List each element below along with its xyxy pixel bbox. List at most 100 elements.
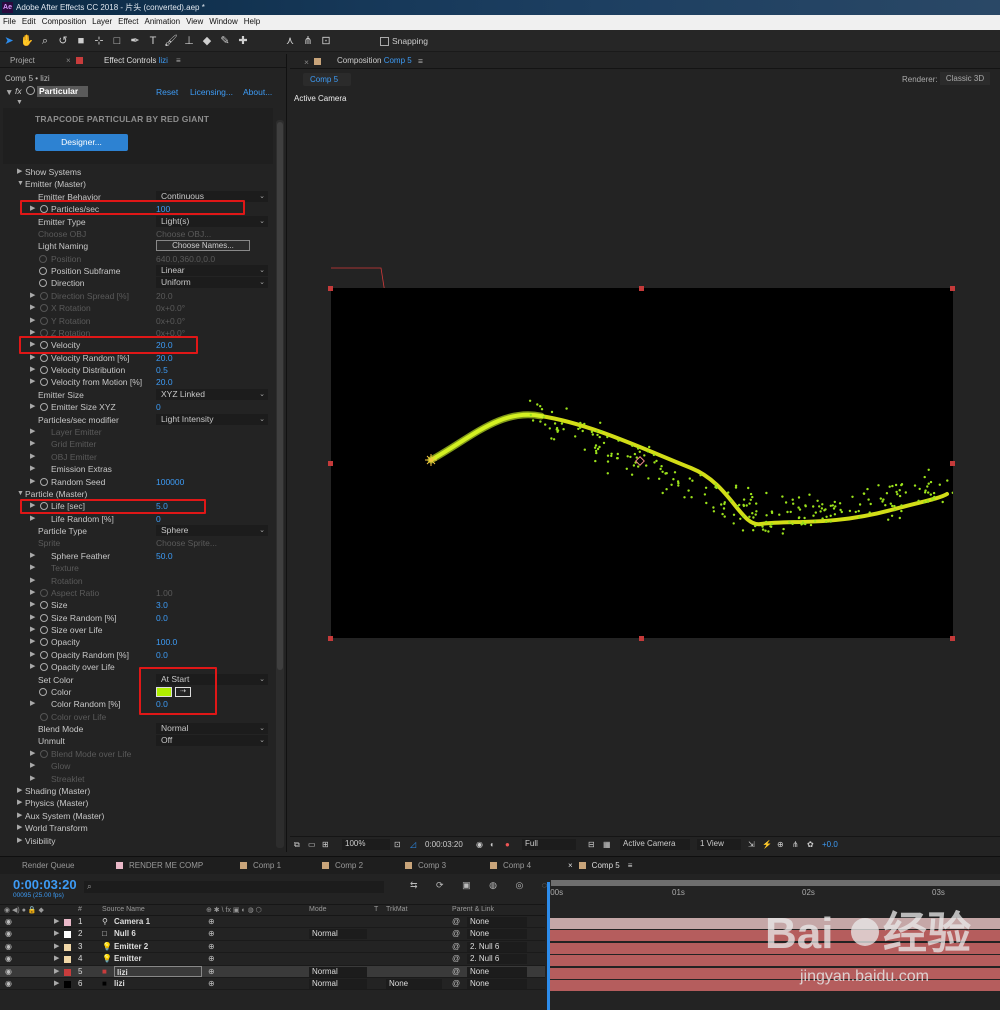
panel-menu-icon[interactable]: ≡	[176, 56, 181, 65]
prop-layer-emitter[interactable]: ▶ Layer Emitter	[0, 426, 275, 438]
designer-button[interactable]: Designer...	[35, 134, 128, 151]
prop-value[interactable]: 20.0	[156, 290, 173, 302]
stopwatch-icon[interactable]	[40, 601, 48, 610]
eraser-icon[interactable]: ◆	[199, 33, 215, 49]
camera-view-select[interactable]: Active Camera	[620, 839, 690, 850]
prop-value[interactable]: 0	[156, 401, 161, 413]
expand-triangle-icon[interactable]: ▶	[17, 166, 22, 178]
prop-value[interactable]: Choose OBJ...	[156, 228, 211, 240]
tab-composition[interactable]: Composition Comp 5	[337, 56, 412, 65]
prop-blend-mode-over-life[interactable]: ▶ Blend Mode over Life	[0, 748, 275, 760]
toggle-pixel-aspect-icon[interactable]: ⇲	[748, 840, 755, 849]
expand-triangle-icon[interactable]: ▶	[30, 661, 35, 673]
expand-triangle-icon[interactable]: ▶	[54, 928, 59, 940]
layer-row-2[interactable]: ◉ ▶ 2 □ Null 6 ⊕ Normal @ None	[0, 928, 545, 941]
axis-view-icon[interactable]: ⊡	[318, 33, 334, 49]
prop-obj-emitter[interactable]: ▶ OBJ Emitter	[0, 451, 275, 463]
layer-duration-bar[interactable]	[549, 980, 1000, 991]
expand-triangle-icon[interactable]: ▶	[30, 513, 35, 525]
prop-dropdown[interactable]: Linear ⌄	[156, 265, 268, 277]
prop-choose-obj[interactable]: Choose OBJ Choose OBJ...	[0, 228, 275, 240]
stopwatch-icon[interactable]	[40, 316, 48, 325]
camera-icon[interactable]: ■	[73, 33, 89, 49]
parent-select[interactable]: None	[467, 966, 527, 977]
layer-label-color[interactable]	[64, 931, 71, 939]
prop-emission-extras[interactable]: ▶ Emission Extras	[0, 463, 275, 475]
prop-value[interactable]: 3.0	[156, 599, 168, 611]
eye-icon[interactable]: ◉	[5, 928, 12, 940]
prop-size[interactable]: ▶ Size 3.0	[0, 599, 275, 611]
prop-blend-mode[interactable]: Blend Mode Normal ⌄	[0, 723, 275, 735]
expand-triangle-icon[interactable]: ▶	[54, 978, 59, 990]
prop-x-rotation[interactable]: ▶ X Rotation 0x+0.0°	[0, 302, 275, 314]
layer-name[interactable]: lizi	[114, 978, 125, 990]
layer-row-5[interactable]: ◉ ▶ 5 ■ lizi ⊕ Normal @ None	[0, 965, 545, 978]
reset-exposure-icon[interactable]: ✿	[807, 840, 814, 849]
prop-opacity-random[interactable]: ▶ Opacity Random [%] 0.0	[0, 649, 275, 661]
current-time-display[interactable]: 0:00:03:20	[425, 840, 463, 849]
zoom-select[interactable]: 100%	[342, 839, 390, 850]
prop-dropdown[interactable]: Light Intensity ⌄	[156, 413, 268, 425]
expand-triangle-icon[interactable]: ▶	[17, 785, 22, 797]
expand-triangle-icon[interactable]: ▶	[30, 401, 35, 413]
prop-opacity-over-life[interactable]: ▶ Opacity over Life	[0, 661, 275, 673]
layer-row-1[interactable]: ◉ ▶ 1 ⚲ Camera 1 ⊕ @ None	[0, 916, 545, 929]
hand-icon[interactable]: ✋	[19, 33, 35, 49]
handle-top-mid[interactable]	[639, 286, 644, 291]
layer-label-color[interactable]	[64, 919, 71, 926]
about-link[interactable]: About...	[243, 87, 272, 97]
layer-name[interactable]: lizi	[114, 965, 202, 977]
prop-emitter-type[interactable]: Emitter Type Light(s) ⌄	[0, 215, 275, 228]
effect-controls-scroll-thumb[interactable]	[277, 122, 283, 670]
menu-animation[interactable]: Animation	[141, 15, 183, 28]
puppet-pin-icon[interactable]: ✚	[235, 33, 251, 49]
layer-label-color[interactable]	[64, 981, 71, 988]
expand-triangle-icon[interactable]: ▶	[54, 941, 59, 953]
comp-canvas[interactable]	[331, 288, 954, 638]
close-icon[interactable]: ×	[66, 56, 71, 65]
eye-icon[interactable]: ◉	[5, 953, 12, 965]
menu-edit[interactable]: Edit	[19, 15, 39, 28]
snapping-toggle[interactable]: Snapping	[380, 36, 428, 47]
expand-triangle-icon[interactable]: ▶	[30, 698, 35, 710]
prop-shading-master[interactable]: ▶ Shading (Master)	[0, 785, 275, 797]
parent-select[interactable]: 2. Null 6	[467, 954, 527, 965]
stopwatch-icon[interactable]	[40, 403, 48, 412]
stopwatch-icon[interactable]	[40, 588, 48, 597]
expand-triangle-icon[interactable]: ▶	[30, 562, 35, 574]
prop-value[interactable]: 0.0	[156, 649, 168, 661]
expand-triangle-icon[interactable]: ▶	[54, 966, 59, 978]
rotate-icon[interactable]: ↺	[55, 33, 71, 49]
exposure-value[interactable]: +0.0	[822, 840, 838, 849]
panel-menu-icon[interactable]: ≡	[418, 56, 423, 66]
layer-name[interactable]: Null 6	[114, 928, 136, 940]
prop-emitter-master[interactable]: ▼ Emitter (Master)	[0, 178, 275, 190]
expand-triangle-icon[interactable]: ▶	[30, 612, 35, 624]
eye-icon[interactable]: ◉	[5, 916, 12, 928]
resolution-select[interactable]: Full	[522, 839, 576, 850]
prop-emitter-size-xyz[interactable]: ▶ Emitter Size XYZ 0	[0, 401, 275, 413]
stopwatch-icon[interactable]	[40, 366, 48, 375]
expand-triangle-icon[interactable]: ▶	[30, 748, 35, 760]
view-layout-select[interactable]: 1 View	[697, 839, 741, 850]
prop-size-random[interactable]: ▶ Size Random [%] 0.0	[0, 612, 275, 624]
rectangle-icon[interactable]: □	[109, 33, 125, 49]
prop-position-subframe[interactable]: Position Subframe Linear ⌄	[0, 265, 275, 277]
prop-dropdown[interactable]: Sphere ⌄	[156, 525, 268, 537]
stopwatch-icon[interactable]	[40, 749, 48, 758]
show-snapshot-icon[interactable]: ◐	[490, 840, 495, 849]
licensing-link[interactable]: Licensing...	[190, 87, 233, 97]
menu-file[interactable]: File	[0, 15, 19, 28]
prop-grid-emitter[interactable]: ▶ Grid Emitter	[0, 438, 275, 450]
parent-select[interactable]: None	[467, 929, 527, 940]
stopwatch-icon[interactable]	[40, 712, 48, 721]
parent-pickwhip-icon[interactable]: @	[452, 978, 460, 990]
expand-triangle-icon[interactable]: ▶	[17, 822, 22, 834]
prop-opacity[interactable]: ▶ Opacity 100.0	[0, 636, 275, 648]
prop-sprite[interactable]: Sprite Choose Sprite...	[0, 537, 275, 549]
prop-aspect-ratio[interactable]: ▶ Aspect Ratio 1.00	[0, 587, 275, 599]
expand-triangle-icon[interactable]: ▶	[30, 463, 35, 475]
prop-value[interactable]: 50.0	[156, 550, 173, 562]
prop-light-naming[interactable]: Light Naming Choose Names...	[0, 240, 275, 252]
expand-triangle-icon[interactable]: ▶	[30, 587, 35, 599]
